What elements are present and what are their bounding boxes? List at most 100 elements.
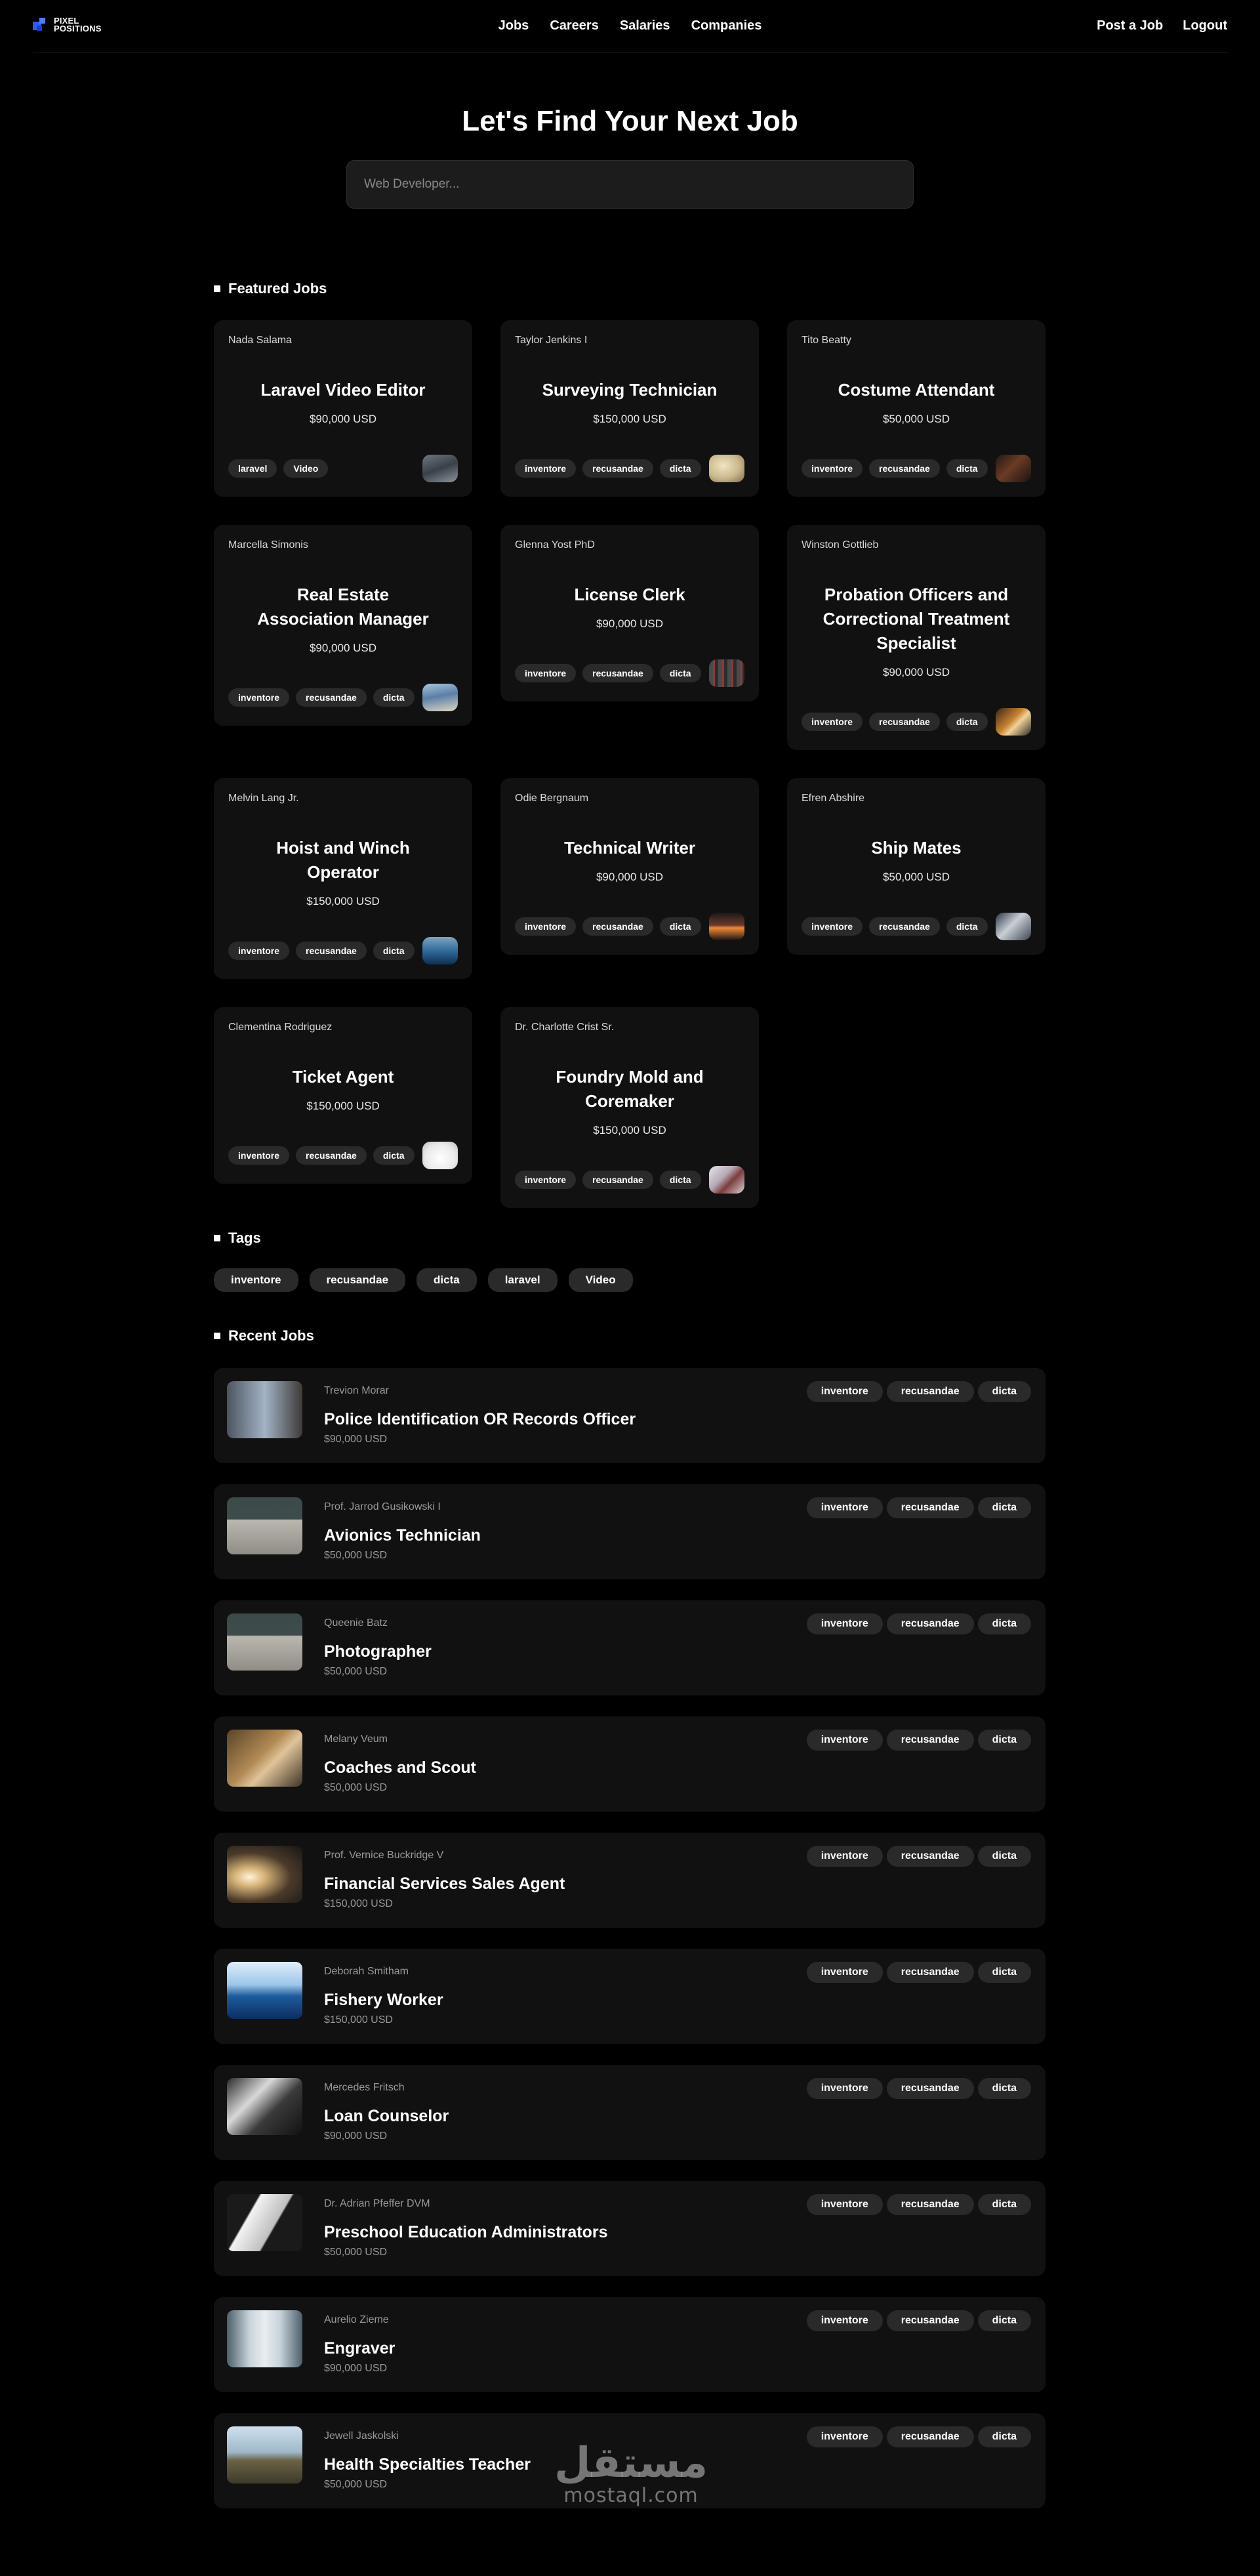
job-title[interactable]: Foundry Mold and Coremaker [515, 1065, 744, 1113]
recent-job-card[interactable]: Deborah Smitham Fishery Worker $150,000 US… [214, 1949, 1046, 2044]
tag-pill[interactable]: dicta [977, 1846, 1031, 1867]
tag-pill[interactable]: inventore [214, 1268, 298, 1292]
job-title[interactable]: Police Identification OR Records Officer [324, 1410, 636, 1429]
tag-pill[interactable]: recusandae [582, 664, 653, 682]
tag-pill[interactable]: recusandae [582, 1171, 653, 1189]
logout-link[interactable]: Logout [1183, 18, 1227, 33]
job-title[interactable]: Real Estate Association Manager [228, 583, 458, 631]
nav-companies-link[interactable]: Companies [691, 18, 762, 33]
featured-job-card[interactable]: Odie Bergnaum Technical Writer $90,000 USD… [500, 778, 759, 955]
tag-pill[interactable]: dicta [977, 1962, 1031, 1983]
tag-pill[interactable]: inventore [515, 1171, 577, 1189]
tag-pill[interactable]: inventore [802, 917, 863, 936]
tag-pill[interactable]: Video [283, 459, 329, 478]
job-title[interactable]: Fishery Worker [324, 1991, 443, 2010]
job-title[interactable]: Costume Attendant [802, 378, 1031, 402]
job-title[interactable]: Preschool Education Administrators [324, 2223, 607, 2242]
tag-pill[interactable]: inventore [228, 1146, 290, 1165]
tag-pill[interactable]: inventore [515, 664, 577, 682]
tag-pill[interactable]: recusandae [886, 1381, 974, 1402]
tag-pill[interactable]: dicta [977, 2194, 1031, 2215]
featured-job-card[interactable]: Glenna Yost PhD License Clerk $90,000 USD i… [500, 525, 759, 701]
job-title[interactable]: Technical Writer [515, 836, 744, 860]
job-title[interactable]: Ship Mates [802, 836, 1031, 860]
tag-pill[interactable]: dicta [946, 459, 988, 478]
tag-pill[interactable]: recusandae [582, 917, 653, 936]
tag-pill[interactable]: recusandae [869, 713, 940, 731]
featured-job-card[interactable]: Tito Beatty Costume Attendant $50,000 USD i… [787, 320, 1046, 497]
tag-pill[interactable]: laravel [487, 1268, 558, 1292]
tag-pill[interactable]: inventore [806, 2310, 883, 2331]
tag-pill[interactable]: dicta [659, 917, 701, 936]
tag-pill[interactable]: recusandae [582, 459, 653, 478]
featured-job-card[interactable]: Dr. Charlotte Crist Sr. Foundry Mold and … [500, 1007, 759, 1208]
tag-pill[interactable]: dicta [977, 1497, 1031, 1518]
tag-pill[interactable]: dicta [977, 1381, 1031, 1402]
job-title[interactable]: Loan Counselor [324, 2107, 449, 2126]
tag-pill[interactable]: dicta [977, 2078, 1031, 2099]
job-title[interactable]: Financial Services Sales Agent [324, 1875, 565, 1894]
tag-pill[interactable]: recusandae [886, 1846, 974, 1867]
recent-job-card[interactable]: Melany Veum Coaches and Scout $50,000 USD i… [214, 1716, 1046, 1812]
job-title[interactable]: License Clerk [515, 583, 744, 607]
tag-pill[interactable]: dicta [373, 688, 415, 707]
tag-pill[interactable]: recusandae [296, 688, 367, 707]
tag-pill[interactable]: recusandae [296, 942, 367, 960]
featured-job-card[interactable]: Efren Abshire Ship Mates $50,000 USD invent… [787, 778, 1046, 955]
job-title[interactable]: Ticket Agent [228, 1065, 458, 1089]
tag-pill[interactable]: Video [568, 1268, 633, 1292]
job-title[interactable]: Coaches and Scout [324, 1758, 476, 1777]
recent-job-card[interactable]: Prof. Vernice Buckridge V Financial Servi… [214, 1833, 1046, 1928]
recent-job-card[interactable]: Trevion Morar Police Identification OR Re… [214, 1368, 1046, 1463]
tag-pill[interactable]: recusandae [886, 1613, 974, 1634]
nav-careers-link[interactable]: Careers [550, 18, 599, 33]
tag-pill[interactable]: dicta [946, 713, 988, 731]
tag-pill[interactable]: inventore [228, 688, 290, 707]
tag-pill[interactable]: inventore [806, 1962, 883, 1983]
job-title[interactable]: Probation Officers and Correctional Trea… [802, 583, 1031, 655]
tag-pill[interactable]: inventore [806, 1497, 883, 1518]
tag-pill[interactable]: inventore [515, 459, 577, 478]
featured-job-card[interactable]: Winston Gottlieb Probation Officers and C… [787, 525, 1046, 750]
job-title[interactable]: Laravel Video Editor [228, 378, 458, 402]
tag-pill[interactable]: dicta [977, 1730, 1031, 1751]
tag-pill[interactable]: inventore [806, 1613, 883, 1634]
tag-pill[interactable]: dicta [373, 1146, 415, 1165]
tag-pill[interactable]: laravel [228, 459, 277, 478]
tag-pill[interactable]: inventore [806, 1730, 883, 1751]
recent-job-card[interactable]: Aurelio Zieme Engraver $90,000 USD inventor… [214, 2297, 1046, 2392]
tag-pill[interactable]: inventore [806, 2194, 883, 2215]
search-input[interactable] [346, 160, 914, 209]
tag-pill[interactable]: inventore [806, 1381, 883, 1402]
tag-pill[interactable]: recusandae [886, 2426, 974, 2447]
tag-pill[interactable]: dicta [417, 1268, 477, 1292]
tag-pill[interactable]: inventore [806, 2426, 883, 2447]
featured-job-card[interactable]: Taylor Jenkins I Surveying Technician $150… [500, 320, 759, 497]
tag-pill[interactable]: dicta [659, 1171, 701, 1189]
tag-pill[interactable]: recusandae [886, 2194, 974, 2215]
tag-pill[interactable]: inventore [228, 942, 290, 960]
recent-job-card[interactable]: Dr. Adrian Pfeffer DVM Preschool Educatio… [214, 2181, 1046, 2276]
nav-jobs-link[interactable]: Jobs [498, 18, 529, 33]
post-job-link[interactable]: Post a Job [1097, 18, 1163, 33]
tag-pill[interactable]: dicta [977, 2310, 1031, 2331]
tag-pill[interactable]: recusandae [296, 1146, 367, 1165]
tag-pill[interactable]: recusandae [886, 1962, 974, 1983]
tag-pill[interactable]: recusandae [869, 917, 940, 936]
tag-pill[interactable]: recusandae [886, 2310, 974, 2331]
tag-pill[interactable]: inventore [806, 1846, 883, 1867]
featured-job-card[interactable]: Melvin Lang Jr. Hoist and Winch Operator $… [214, 778, 472, 979]
featured-job-card[interactable]: Clementina Rodriguez Ticket Agent $150,000… [214, 1007, 472, 1184]
tag-pill[interactable]: dicta [659, 664, 701, 682]
job-title[interactable]: Surveying Technician [515, 378, 744, 402]
tag-pill[interactable]: dicta [659, 459, 701, 478]
recent-job-card[interactable]: Prof. Jarrod Gusikowski I Avionics Techni… [214, 1484, 1046, 1579]
job-title[interactable]: Health Specialties Teacher [324, 2455, 531, 2474]
job-title[interactable]: Hoist and Winch Operator [228, 836, 458, 884]
tag-pill[interactable]: dicta [977, 1613, 1031, 1634]
job-title[interactable]: Avionics Technician [324, 1526, 481, 1545]
featured-job-card[interactable]: Nada Salama Laravel Video Editor $90,000 U… [214, 320, 472, 497]
recent-job-card[interactable]: Mercedes Fritsch Loan Counselor $90,000 US… [214, 2065, 1046, 2160]
nav-salaries-link[interactable]: Salaries [620, 18, 670, 33]
tag-pill[interactable]: recusandae [869, 459, 940, 478]
